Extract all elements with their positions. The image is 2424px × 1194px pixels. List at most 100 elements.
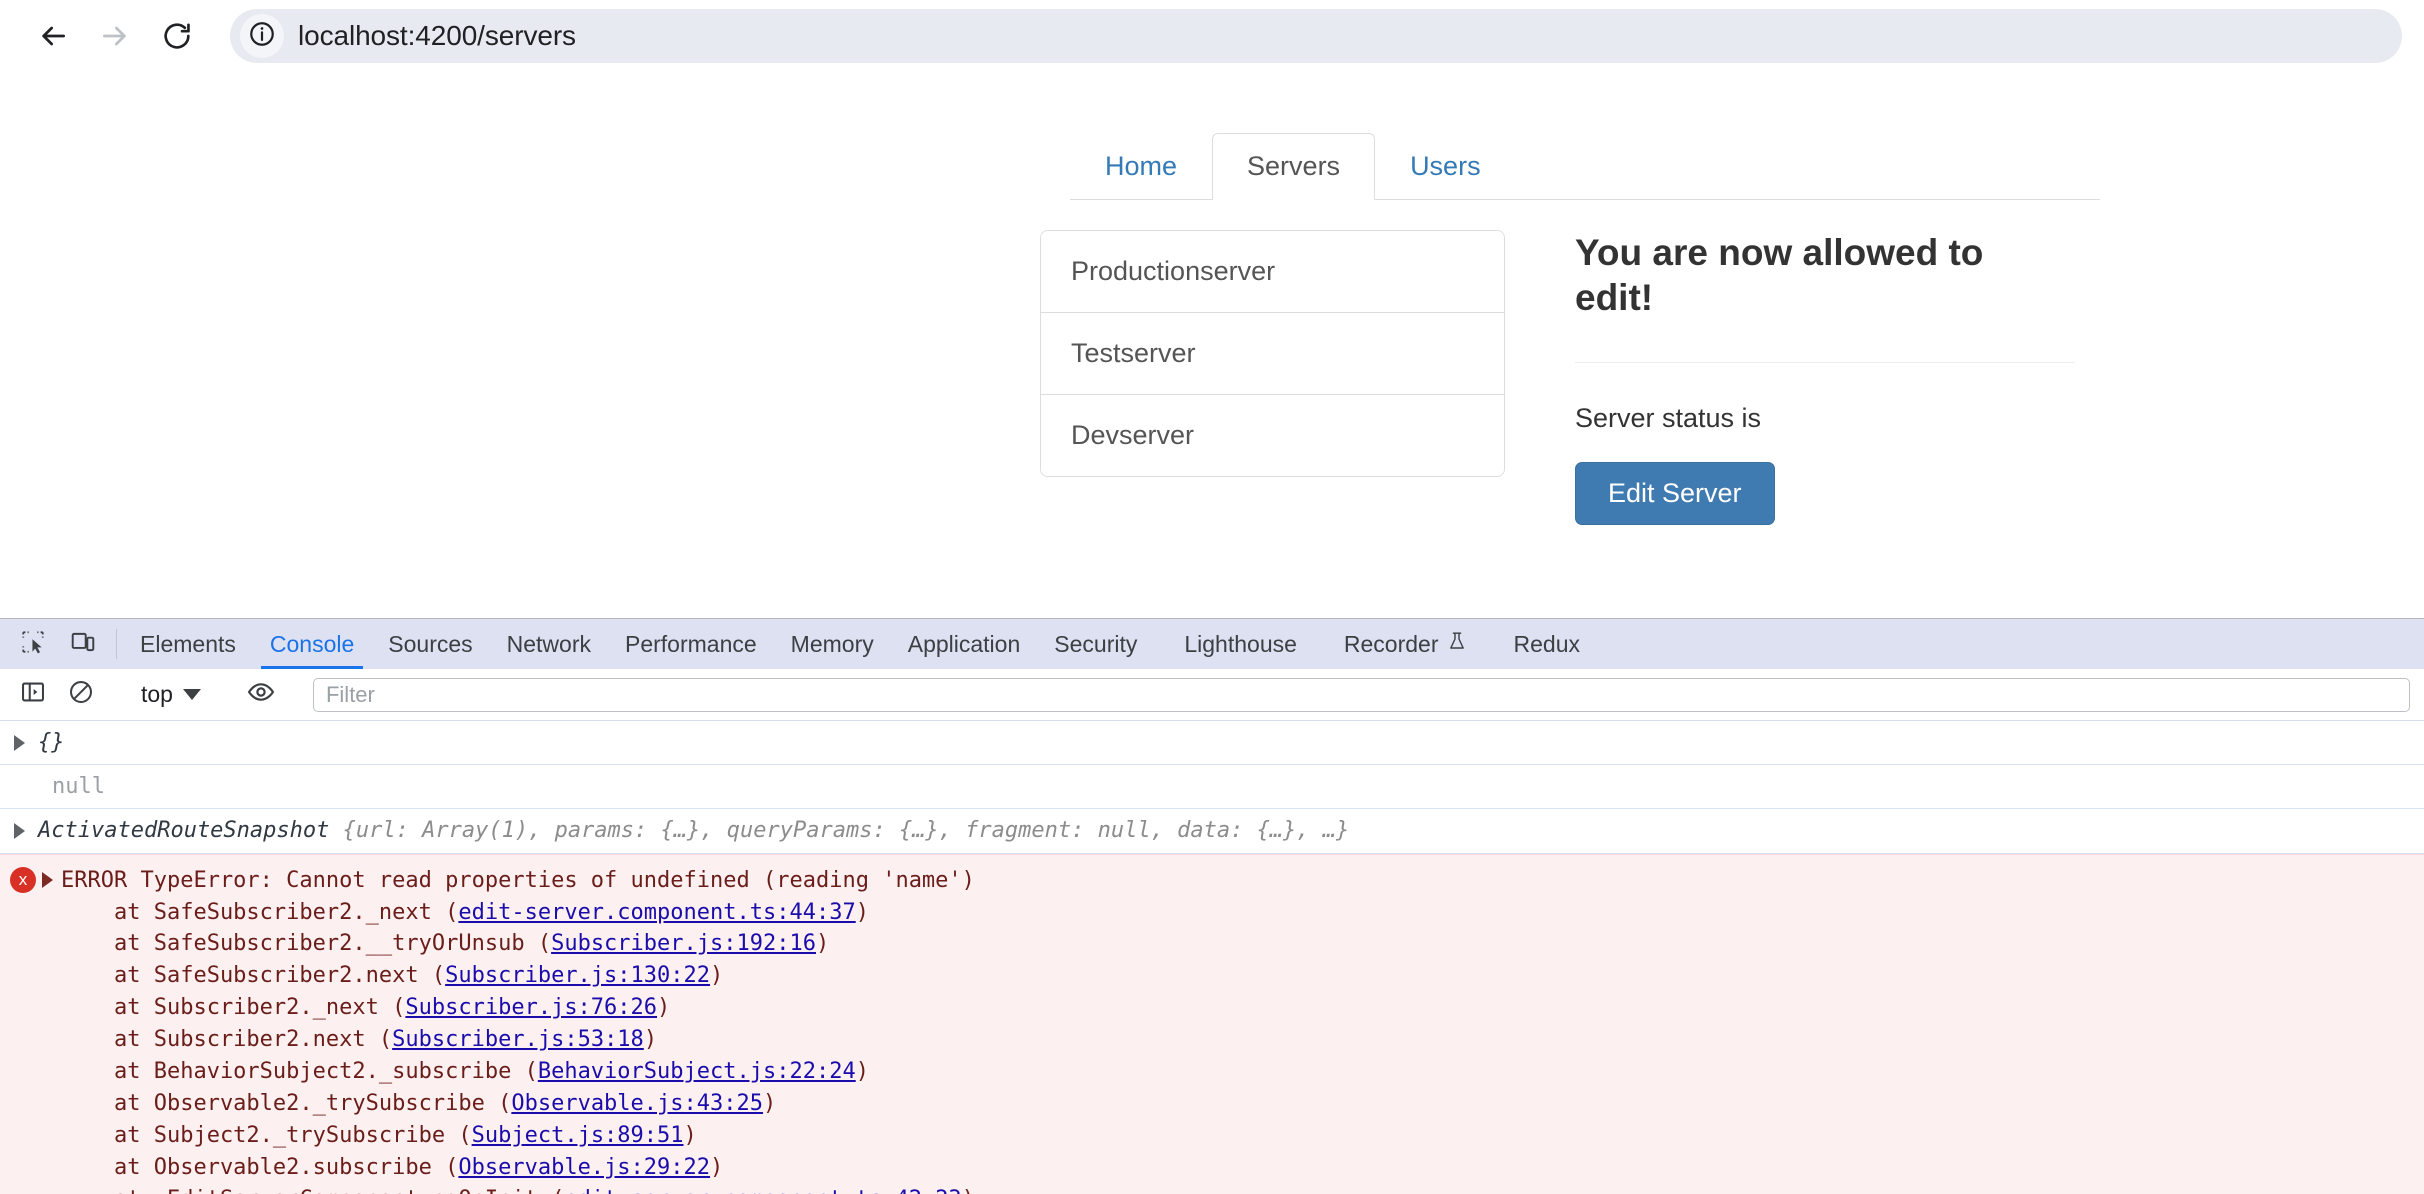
tab-performance-label: Performance <box>625 630 757 657</box>
angular-app-root: Home Servers Users Productionserver Test… <box>1040 132 2100 526</box>
tab-console-label: Console <box>269 630 355 657</box>
stack-frame: at Subject2._trySubscribe (Subject.js:89… <box>61 1120 2408 1152</box>
tab-security[interactable]: Security <box>1037 619 1154 669</box>
clear-console-icon <box>68 679 94 710</box>
stack-frame-source-link[interactable]: Subscriber.js:130:22 <box>445 963 710 988</box>
stack-frame-source-link[interactable]: Observable.js:29:22 <box>458 1155 710 1180</box>
stack-frame-text: at SafeSubscriber2._next ( <box>61 899 459 925</box>
execution-context-selector[interactable]: top <box>133 677 209 712</box>
stack-frame-source-link[interactable]: Subscriber.js:76:26 <box>405 995 657 1020</box>
stack-frame: at BehaviorSubject2._subscribe (Behavior… <box>61 1056 2408 1088</box>
chevron-right-icon <box>13 735 25 751</box>
devtools-tab-list: Elements Console Sources Network Perform… <box>123 619 1597 669</box>
server-list: Productionserver Testserver Devserver <box>1040 230 1505 478</box>
stack-frame-text: at Observable2._trySubscribe ( <box>61 1090 512 1116</box>
tab-lighthouse[interactable]: Lighthouse <box>1154 619 1314 669</box>
stack-frame-text: at SafeSubscriber2.next ( <box>61 963 446 989</box>
stack-frame-tail: ) <box>855 1059 869 1085</box>
tab-users[interactable]: Users <box>1375 133 1516 200</box>
tab-servers[interactable]: Servers <box>1212 133 1376 200</box>
stack-frame-tail: ) <box>683 1122 697 1148</box>
inspect-element-button[interactable] <box>14 625 52 663</box>
error-stack-trace: at SafeSubscriber2._next (edit-server.co… <box>61 897 2408 1194</box>
stack-frame: at SafeSubscriber2.__tryOrUnsub (Subscri… <box>61 928 2408 960</box>
stack-frame-tail: ) <box>657 995 671 1021</box>
tab-console[interactable]: Console <box>253 619 371 669</box>
list-item[interactable]: Productionserver <box>1041 231 1504 314</box>
console-sidebar-icon <box>20 679 46 710</box>
stack-frame-tail: ) <box>815 931 830 957</box>
tab-sources-label: Sources <box>388 630 473 657</box>
stack-frame: at Observable2._trySubscribe (Observable… <box>61 1088 2408 1120</box>
clear-console-button[interactable] <box>62 676 100 714</box>
console-object-preview: {url: Array(1), params: {…}, queryParams… <box>329 818 1350 844</box>
console-filter-input[interactable] <box>312 677 2410 712</box>
console-message-list: {} null ActivatedRouteSnapshot {url: Arr… <box>0 721 2424 1194</box>
tab-elements[interactable]: Elements <box>123 619 253 669</box>
stack-frame-source-link[interactable]: BehaviorSubject.js:22:24 <box>538 1059 856 1084</box>
tab-application-label: Application <box>907 630 1021 657</box>
stack-frame-source-link[interactable]: Observable.js:43:25 <box>511 1091 763 1116</box>
devtools-tabbar: Elements Console Sources Network Perform… <box>0 619 2424 669</box>
back-button[interactable] <box>22 5 84 67</box>
tab-recorder-label: Recorder <box>1343 630 1439 657</box>
list-item[interactable]: Devserver <box>1041 395 1504 477</box>
console-value: null <box>52 774 105 800</box>
error-badge-icon: x <box>10 866 36 893</box>
tab-security-label: Security <box>1054 630 1138 657</box>
stack-frame-text: at SafeSubscriber2.__tryOrUnsub ( <box>61 931 552 957</box>
tab-application[interactable]: Application <box>891 619 1038 669</box>
tab-redux-label: Redux <box>1513 630 1580 657</box>
live-expression-eye-icon <box>247 678 275 711</box>
stack-frame-source-link[interactable]: edit-server.component.ts:42:23 <box>564 1187 961 1194</box>
stack-frame: at Observable2.subscribe (Observable.js:… <box>61 1152 2408 1184</box>
tab-memory-label: Memory <box>790 630 874 657</box>
info-circle-icon <box>248 20 276 53</box>
tab-performance[interactable]: Performance <box>608 619 774 669</box>
console-toolbar: top <box>0 669 2424 721</box>
tab-servers-label: Servers <box>1247 151 1341 182</box>
devtools-panel: Elements Console Sources Network Perform… <box>0 618 2424 1194</box>
stack-frame-source-link[interactable]: Subscriber.js:53:18 <box>392 1027 644 1052</box>
stack-frame-source-link[interactable]: edit-server.component.ts:44:37 <box>458 900 855 925</box>
console-sidebar-button[interactable] <box>14 676 52 714</box>
chevron-right-icon <box>13 823 25 840</box>
tab-recorder[interactable]: Recorder <box>1314 619 1484 669</box>
live-expression-button[interactable] <box>242 676 280 714</box>
server-detail-column: You are now allowed to edit! Server stat… <box>1505 230 2100 526</box>
stack-frame-tail: ) <box>962 1187 975 1194</box>
expand-toggle[interactable] <box>0 815 38 840</box>
list-item[interactable]: Testserver <box>1041 313 1504 396</box>
stack-frame: at _EditServerComponent.ngOnInit (edit-s… <box>61 1184 2408 1194</box>
arrow-left-icon <box>37 20 69 52</box>
tab-home[interactable]: Home <box>1070 133 1212 200</box>
chevron-down-icon <box>182 689 201 700</box>
stack-frame-text: at Subscriber2._next ( <box>61 995 406 1021</box>
edit-server-button[interactable]: Edit Server <box>1575 462 1775 526</box>
stack-frame-source-link[interactable]: Subscriber.js:192:16 <box>551 931 816 956</box>
address-bar[interactable]: localhost:4200/servers <box>230 9 2402 63</box>
console-message: ActivatedRouteSnapshot {url: Array(1), p… <box>0 809 2424 854</box>
tab-elements-label: Elements <box>140 630 236 657</box>
expand-toggle[interactable] <box>0 727 38 751</box>
server-name: Testserver <box>1071 338 1196 369</box>
stack-frame-tail: ) <box>643 1027 658 1053</box>
tab-sources[interactable]: Sources <box>371 619 489 669</box>
forward-button[interactable] <box>84 5 146 67</box>
execution-context-label: top <box>141 681 173 707</box>
reload-icon <box>161 20 193 52</box>
tab-network[interactable]: Network <box>490 619 608 669</box>
site-info-button[interactable] <box>240 14 284 58</box>
chevron-right-icon[interactable] <box>42 871 53 888</box>
tab-redux[interactable]: Redux <box>1484 619 1597 669</box>
device-toolbar-icon <box>70 629 96 660</box>
url-text: localhost:4200/servers <box>298 20 576 51</box>
reload-button[interactable] <box>146 5 208 67</box>
tab-lighthouse-label: Lighthouse <box>1184 630 1297 657</box>
stack-frame: at Subscriber2.next (Subscriber.js:53:18… <box>61 1024 2408 1056</box>
tab-users-label: Users <box>1410 151 1481 182</box>
stack-frame-source-link[interactable]: Subject.js:89:51 <box>472 1123 684 1148</box>
tab-memory[interactable]: Memory <box>774 619 891 669</box>
device-toolbar-button[interactable] <box>64 625 102 663</box>
server-name: Devserver <box>1071 420 1195 451</box>
